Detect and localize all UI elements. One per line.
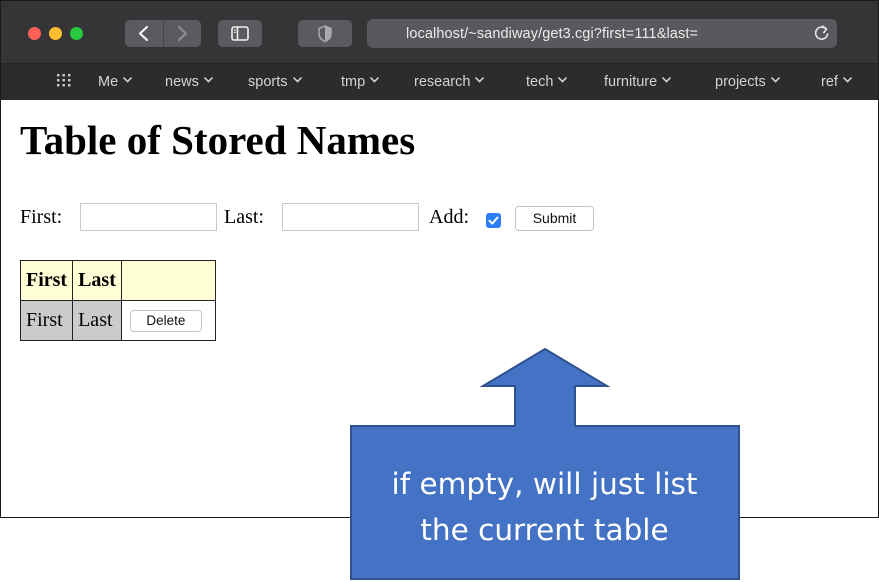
- close-window-button[interactable]: [28, 27, 41, 40]
- cell-first: First: [19, 300, 74, 341]
- chevron-down-icon: [770, 77, 780, 83]
- browser-window: localhost/~sandiway/get3.cgi?first=111&l…: [0, 0, 879, 580]
- bookmark-research[interactable]: research: [414, 74, 485, 90]
- callout-text: if empty, will just list the current tab…: [391, 467, 698, 547]
- table-header-row: First Last: [19, 260, 216, 301]
- chevron-down-icon: [370, 77, 379, 83]
- first-name-input[interactable]: [80, 203, 217, 231]
- first-label: First:: [20, 206, 63, 228]
- add-label: Add:: [429, 206, 469, 228]
- chevron-left-icon: [138, 25, 149, 42]
- cell-last: Last: [72, 300, 122, 341]
- forward-button[interactable]: [163, 20, 201, 47]
- bookmark-me[interactable]: Me: [98, 74, 132, 90]
- header-last: Last: [72, 260, 122, 301]
- delete-button[interactable]: Delete: [129, 310, 202, 333]
- bookmark-projects[interactable]: projects: [715, 74, 780, 90]
- names-table: First Last First Last Delete: [19, 260, 216, 341]
- grid-icon[interactable]: [56, 72, 72, 88]
- minimize-window-button[interactable]: [49, 27, 62, 40]
- page-title: Table of Stored Names: [20, 117, 416, 163]
- chevron-down-icon: [123, 77, 132, 83]
- bookmark-sports[interactable]: sports: [248, 74, 302, 90]
- checkmark-icon: [488, 216, 499, 225]
- bookmark-tech[interactable]: tech: [526, 74, 568, 90]
- page-content: Table of Stored Names First: Last: Add: …: [1, 100, 878, 580]
- bookmark-news[interactable]: news: [165, 74, 213, 90]
- chevron-down-icon: [558, 77, 568, 83]
- chevron-down-icon: [292, 77, 302, 83]
- bookmarks-bar: Me news sports tmp research tech furnitu…: [1, 63, 878, 101]
- bookmark-furniture[interactable]: furniture: [604, 74, 672, 90]
- title-bar: localhost/~sandiway/get3.cgi?first=111&l…: [1, 1, 878, 63]
- bookmark-ref[interactable]: ref: [821, 74, 852, 90]
- last-label: Last:: [224, 206, 264, 228]
- navigation-buttons: [125, 20, 201, 47]
- shield-icon: [318, 25, 332, 43]
- chevron-down-icon: [204, 77, 213, 83]
- add-checkbox[interactable]: [486, 213, 501, 228]
- zoom-window-button[interactable]: [70, 27, 83, 40]
- table-row: First Last Delete: [19, 300, 216, 341]
- address-bar[interactable]: localhost/~sandiway/get3.cgi?first=111&l…: [367, 19, 837, 48]
- cell-action: Delete: [120, 300, 216, 341]
- bookmark-tmp[interactable]: tmp: [341, 74, 379, 90]
- url-text: localhost/~sandiway/get3.cgi?first=111&l…: [406, 26, 699, 42]
- reload-icon[interactable]: [812, 23, 832, 43]
- privacy-report-button[interactable]: [298, 20, 352, 47]
- header-action: [120, 260, 216, 301]
- chevron-down-icon: [662, 77, 672, 83]
- sidebar-icon: [231, 26, 249, 41]
- chevron-right-icon: [177, 25, 188, 42]
- chevron-down-icon: [475, 77, 485, 83]
- submit-button[interactable]: Submit: [515, 206, 594, 231]
- back-button[interactable]: [125, 20, 163, 47]
- header-first: First: [19, 260, 74, 301]
- chevron-down-icon: [843, 77, 852, 83]
- last-name-input[interactable]: [282, 203, 419, 231]
- sidebar-toggle-button[interactable]: [218, 20, 262, 47]
